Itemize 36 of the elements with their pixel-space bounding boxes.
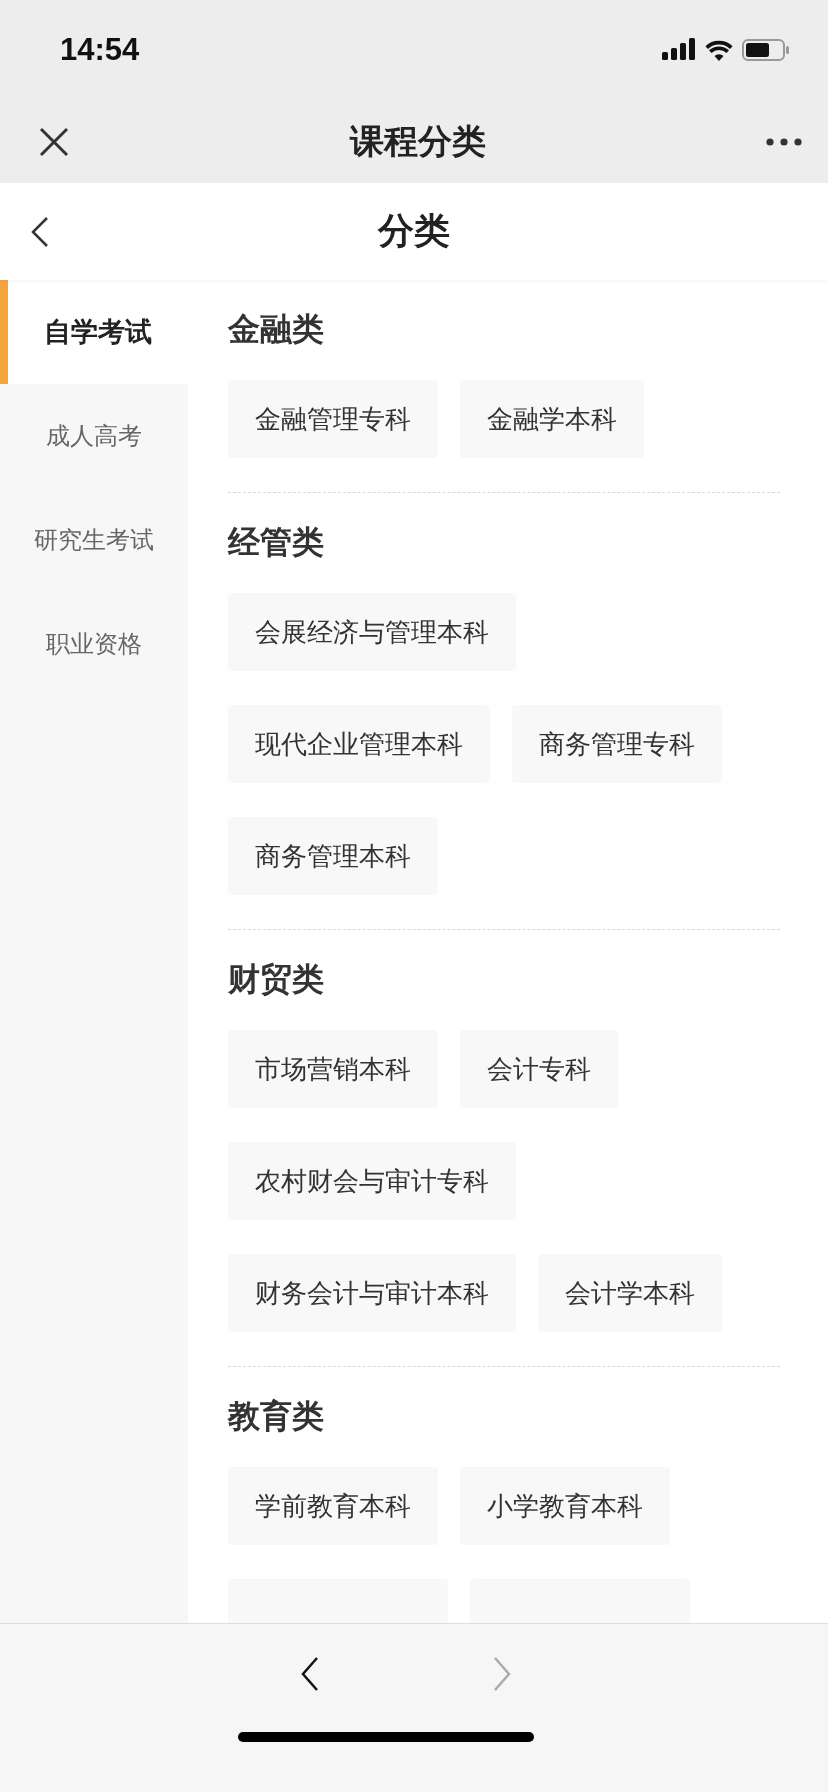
course-chip[interactable]: 会计学本科 xyxy=(538,1254,722,1332)
close-icon xyxy=(38,125,70,158)
course-chip[interactable]: 现代企业管理本科 xyxy=(228,705,490,783)
course-chip[interactable]: 财务会计与审计本科 xyxy=(228,1254,516,1332)
section-title: 金融类 xyxy=(228,309,325,350)
back-nav-button[interactable] xyxy=(300,1656,320,1692)
page-title: 课程分类 xyxy=(350,119,486,163)
section-title: 财贸类 xyxy=(228,959,325,1000)
sidebar-tab[interactable]: 职业资格 xyxy=(0,592,188,696)
header-title: 分类 xyxy=(378,209,450,253)
wifi-icon xyxy=(704,38,734,62)
section-title: 经管类 xyxy=(228,522,325,563)
section-title: 教育类 xyxy=(228,1396,325,1437)
course-chip[interactable]: 小学教育本科 xyxy=(460,1467,670,1545)
sidebar-tab[interactable]: 研究生考试 xyxy=(0,488,188,592)
course-chip[interactable]: 商务管理本科 xyxy=(228,817,438,895)
course-chip[interactable]: 金融管理专科 xyxy=(228,380,438,458)
sidebar-tab[interactable]: 成人高考 xyxy=(0,384,188,488)
sidebar-tab[interactable]: 自学考试 xyxy=(0,280,188,384)
course-chip[interactable]: 市场营销本科 xyxy=(228,1030,438,1108)
course-chip[interactable]: 商务管理专科 xyxy=(512,705,722,783)
course-chip[interactable]: 金融学本科 xyxy=(460,380,644,458)
status-time: 14:54 xyxy=(60,32,140,68)
course-chip[interactable]: 会展经济与管理本科 xyxy=(228,593,516,671)
back-button[interactable] xyxy=(30,215,50,248)
course-chip[interactable]: 农村财会与审计专科 xyxy=(228,1142,516,1220)
course-chip[interactable]: 学前教育本科 xyxy=(228,1467,438,1545)
back-icon xyxy=(30,215,50,248)
forward-icon xyxy=(492,1656,512,1692)
battery-icon xyxy=(742,38,790,62)
back-icon xyxy=(300,1656,320,1692)
signal-icon xyxy=(662,38,696,62)
close-button[interactable] xyxy=(38,125,70,158)
course-chip[interactable]: 会计专科 xyxy=(460,1030,618,1108)
more-button[interactable] xyxy=(766,137,802,146)
more-icon xyxy=(766,137,802,146)
